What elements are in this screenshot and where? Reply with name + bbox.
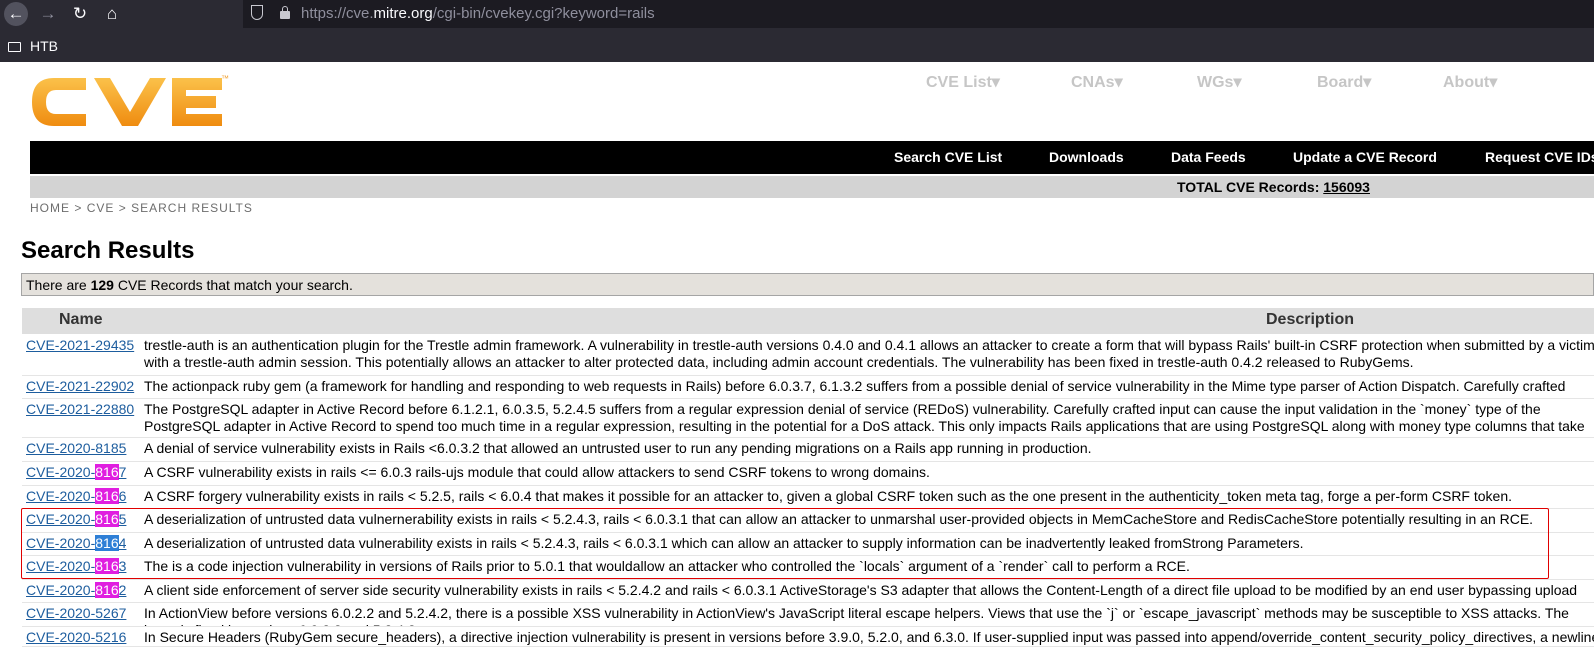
url-prefix: https://cve. (301, 5, 374, 22)
total-records-bar: TOTAL CVE Records: 156093 (30, 176, 1594, 198)
cve-description: A CSRF vulnerability exists in rails <= … (144, 464, 930, 480)
cve-id-suffix: 6 (118, 488, 127, 504)
url-bar[interactable]: https://cve.mitre.org/cgi-bin/cvekey.cgi… (243, 0, 1594, 28)
cve-id-link[interactable]: CVE-2020-8185 (26, 440, 126, 456)
trademark-mark: ™ (221, 74, 229, 83)
nav-cnas[interactable]: CNAs▾ (1071, 72, 1123, 92)
highlight-annotation-box (21, 508, 1549, 579)
table-row: CVE-2021-22880 The PostgreSQL adapter in … (22, 398, 1594, 438)
cve-id-link[interactable]: CVE-2020-5267 (26, 605, 126, 621)
cve-id-prefix: CVE-2021-22880 (26, 401, 135, 417)
breadcrumb-separator: > (74, 201, 83, 215)
folder-icon (8, 42, 21, 52)
breadcrumb-separator: > (118, 201, 127, 215)
cve-id-prefix: CVE-2020- (26, 582, 96, 598)
table-row: CVE-2021-29435 trestle-auth is an authent… (22, 334, 1594, 376)
header-name: Name (59, 311, 103, 328)
cve-id-prefix: CVE-2020- (26, 488, 96, 504)
table-header: Name Description (22, 308, 1594, 334)
breadcrumb-home[interactable]: HOME (30, 201, 70, 215)
search-highlight: 816 (95, 464, 119, 480)
total-records: TOTAL CVE Records: 156093 (1177, 179, 1370, 195)
table-row: CVE-2020-5267 In ActionView before versio… (22, 602, 1594, 627)
result-count-box: There are 129 CVE Records that match you… (21, 273, 1594, 296)
url-text[interactable]: https://cve.mitre.org/cgi-bin/cvekey.cgi… (301, 5, 655, 22)
breadcrumb-current: SEARCH RESULTS (131, 201, 253, 215)
cve-id-link[interactable]: CVE-2020-5216 (26, 629, 126, 645)
nav-update-cve-record[interactable]: Update a CVE Record (1293, 149, 1437, 165)
url-domain: mitre.org (373, 5, 433, 22)
cve-id-prefix: CVE-2021-29435 (26, 337, 135, 353)
total-value-link[interactable]: 156093 (1323, 179, 1370, 195)
cve-id-prefix: CVE-2020-5267 (26, 605, 127, 621)
count-suffix: CVE Records that match your search. (113, 277, 353, 293)
nav-cve-list[interactable]: CVE List▾ (926, 72, 1000, 92)
cve-description: The PostgreSQL adapter in Active Record … (144, 401, 1585, 437)
cve-id-prefix: CVE-2021-22902 (26, 378, 135, 394)
cve-description: In ActionView before versions 6.0.2.2 an… (144, 605, 1569, 626)
nav-search-cve-list[interactable]: Search CVE List (894, 149, 1002, 165)
page-title: Search Results (21, 237, 195, 264)
table-row: CVE-2020-8162 A client side enforcement o… (22, 579, 1594, 603)
reload-icon[interactable]: ↻ (68, 2, 92, 26)
cve-id-link[interactable]: CVE-2021-22880 (26, 401, 134, 417)
forward-icon[interactable]: → (36, 2, 60, 26)
nav-board[interactable]: Board▾ (1317, 72, 1371, 92)
cve-description: In Secure Headers (RubyGem secure_header… (144, 629, 1594, 645)
url-path: /cgi-bin/cvekey.cgi?keyword=rails (432, 5, 655, 22)
header-description: Description (1266, 311, 1355, 328)
cve-id-prefix: CVE-2020-8185 (26, 440, 127, 456)
cve-description: trestle-auth is an authentication plugin… (144, 337, 1594, 370)
cve-id-suffix: 2 (118, 582, 127, 598)
nav-about[interactable]: About▾ (1443, 72, 1497, 92)
result-count-text: There are 129 CVE Records that match you… (26, 277, 353, 293)
nav-data-feeds[interactable]: Data Feeds (1171, 149, 1246, 165)
cve-description: A client side enforcement of server side… (144, 582, 1578, 602)
cve-logo[interactable]: ™ (28, 72, 232, 132)
lock-icon[interactable] (280, 6, 290, 19)
shield-icon[interactable] (251, 5, 263, 20)
breadcrumb: HOME > CVE > SEARCH RESULTS (30, 201, 253, 215)
cve-id-link[interactable]: CVE-2021-29435 (26, 337, 134, 353)
count-value: 129 (90, 277, 114, 293)
cve-id-link[interactable]: CVE-2021-22902 (26, 378, 134, 394)
cve-description: A denial of service vulnerability exists… (144, 440, 1092, 456)
browser-toolbar: ← → ↻ ⌂ https://cve.mitre.org/cgi-bin/cv… (0, 0, 1594, 62)
cve-description: A CSRF forgery vulnerability exists in r… (144, 488, 1513, 504)
cve-id-prefix: CVE-2020-5216 (26, 629, 127, 645)
nav-wgs[interactable]: WGs▾ (1197, 72, 1241, 92)
cve-id-prefix: CVE-2020- (26, 464, 96, 480)
cve-id-link[interactable]: CVE-2020-8166 (26, 488, 126, 504)
table-row: CVE-2021-22902 The actionpack ruby gem (a… (22, 375, 1594, 399)
bookmark-label: HTB (30, 38, 58, 54)
table-row: CVE-2020-8167 A CSRF vulnerability exists… (22, 461, 1594, 486)
table-row: CVE-2020-5216 In Secure Headers (RubyGem … (22, 626, 1594, 647)
cve-description: The actionpack ruby gem (a framework for… (144, 378, 1566, 398)
back-icon[interactable]: ← (4, 2, 28, 26)
cve-id-suffix: 7 (118, 464, 127, 480)
breadcrumb-cve[interactable]: CVE (87, 201, 115, 215)
nav-downloads[interactable]: Downloads (1049, 149, 1124, 165)
cve-id-link[interactable]: CVE-2020-8167 (26, 464, 126, 480)
primary-nav-bar: Search CVE List Downloads Data Feeds Upd… (30, 141, 1594, 174)
search-highlight: 816 (95, 488, 119, 504)
nav-request-cve-ids[interactable]: Request CVE IDs (1485, 149, 1594, 165)
navigation-row: ← → ↻ ⌂ https://cve.mitre.org/cgi-bin/cv… (0, 0, 1594, 28)
count-prefix: There are (26, 277, 91, 293)
table-row: CVE-2020-8166 A CSRF forgery vulnerabilit… (22, 485, 1594, 509)
table-row: CVE-2020-8185 A denial of service vulnera… (22, 437, 1594, 462)
total-label: TOTAL CVE Records: (1177, 179, 1320, 195)
home-icon[interactable]: ⌂ (100, 2, 124, 26)
cve-id-link[interactable]: CVE-2020-8162 (26, 582, 126, 598)
search-highlight: 816 (95, 582, 119, 598)
